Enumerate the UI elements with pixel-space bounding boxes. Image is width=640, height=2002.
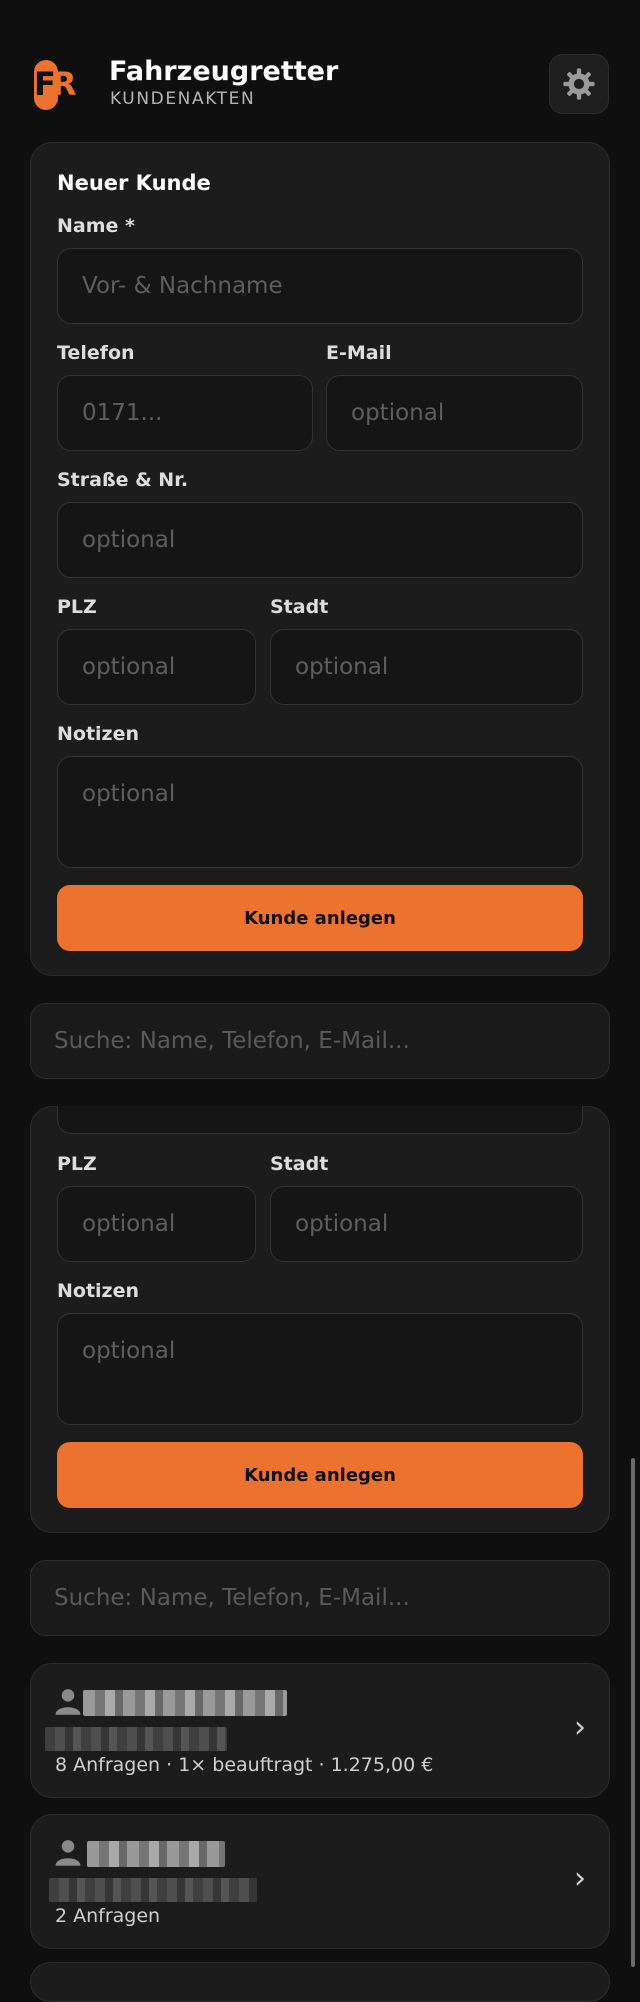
street-input[interactable]: optional	[57, 502, 583, 578]
app-header: FR Fahrzeugretter KUNDENAKTEN	[30, 54, 610, 118]
phone-label: Telefon	[57, 342, 135, 364]
chevron-right-icon: ›	[574, 1710, 586, 1745]
customer-meta: 2 Anfragen	[55, 1905, 161, 1927]
city-input[interactable]: optional	[270, 629, 583, 705]
app-subtitle: KUNDENAKTEN	[110, 89, 256, 109]
street-label: Straße & Nr.	[57, 469, 189, 491]
customer-card[interactable]: 8 Anfragen · 1× beauftragt · 1.275,00 € …	[30, 1663, 610, 1798]
phone-input[interactable]: 0171...	[57, 375, 313, 451]
new-customer-card-scrolled: PLZ optional Stadt optional Notizen opti…	[30, 1106, 610, 1533]
zip-input[interactable]: optional	[57, 1186, 256, 1262]
city-label: Stadt	[270, 596, 329, 618]
create-customer-button[interactable]: Kunde anlegen	[57, 885, 583, 951]
city-input[interactable]: optional	[270, 1186, 583, 1262]
notes-label: Notizen	[57, 1280, 140, 1302]
chevron-right-icon: ›	[574, 1861, 586, 1896]
email-input[interactable]: optional	[326, 375, 583, 451]
zip-label: PLZ	[57, 596, 97, 618]
customer-contact-redacted	[45, 1727, 227, 1751]
create-customer-button[interactable]: Kunde anlegen	[57, 1442, 583, 1508]
app-logo: FR	[34, 60, 86, 110]
customer-name-redacted	[87, 1841, 225, 1867]
customer-card[interactable]: 2 Anfragen ›	[30, 1814, 610, 1949]
notes-label: Notizen	[57, 723, 140, 745]
customer-meta: 8 Anfragen · 1× beauftragt · 1.275,00 €	[55, 1754, 434, 1776]
notes-textarea[interactable]: optional	[57, 1313, 583, 1425]
gear-icon	[563, 68, 595, 100]
customer-name-redacted	[83, 1690, 287, 1716]
search-input[interactable]: Suche: Name, Telefon, E-Mail...	[30, 1560, 610, 1636]
new-customer-card: Neuer Kunde Name * Vor- & Nachname Telef…	[30, 142, 610, 976]
person-icon	[55, 1840, 81, 1866]
name-input[interactable]: Vor- & Nachname	[57, 248, 583, 324]
customer-card[interactable]	[30, 1962, 610, 2002]
street-input-partial[interactable]	[57, 1106, 583, 1134]
settings-button[interactable]	[549, 54, 609, 114]
notes-textarea[interactable]: optional	[57, 756, 583, 868]
zip-input[interactable]: optional	[57, 629, 256, 705]
search-input[interactable]: Suche: Name, Telefon, E-Mail...	[30, 1003, 610, 1079]
customer-contact-redacted	[49, 1878, 257, 1902]
name-label: Name *	[57, 215, 135, 237]
zip-label: PLZ	[57, 1153, 97, 1175]
card-title: Neuer Kunde	[57, 171, 211, 195]
email-label: E-Mail	[326, 342, 392, 364]
logo-text: FR	[34, 65, 76, 103]
person-icon	[55, 1689, 81, 1715]
scrollbar[interactable]	[631, 1458, 635, 1967]
app-title: Fahrzeugretter	[109, 56, 339, 87]
city-label: Stadt	[270, 1153, 329, 1175]
